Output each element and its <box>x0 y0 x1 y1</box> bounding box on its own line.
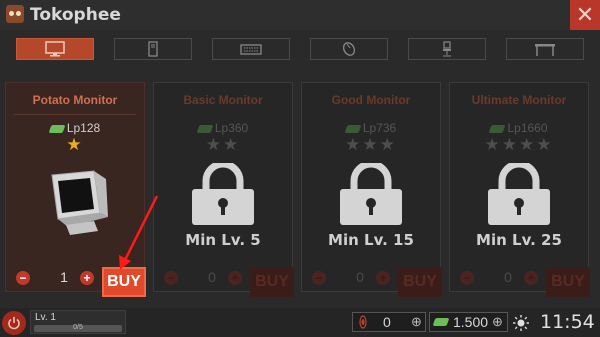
buy-button[interactable]: BUY <box>250 267 294 297</box>
money-counter: 1.500 ⊕ <box>429 312 508 332</box>
product-price: Lp736 <box>302 121 440 135</box>
product-title: Basic Monitor <box>183 93 263 107</box>
potato-monitor-image <box>51 170 108 235</box>
money-icon <box>432 318 450 326</box>
quantity-row: − 0 + BUY <box>154 267 294 297</box>
lock-icon <box>488 163 550 225</box>
product-price: Lp1660 <box>450 121 588 135</box>
lock-icon <box>340 163 402 225</box>
product-card-locked[interactable]: Ultimate Monitor Lp1660 ★★★★ Min Lv. 25 … <box>449 82 590 297</box>
quantity-row: − 1 + BUY <box>6 267 146 297</box>
product-title: Potato Monitor <box>32 93 118 107</box>
buy-button[interactable]: BUY <box>398 267 442 297</box>
quantity-row: − 0 + BUY <box>302 267 442 297</box>
quantity-value: 0 <box>504 269 512 285</box>
close-icon: ✕ <box>575 2 595 27</box>
quantity-value: 0 <box>208 269 216 285</box>
quantity-value: 1 <box>60 269 68 285</box>
desk-icon <box>535 44 555 56</box>
mouse-icon <box>342 42 356 56</box>
product-card-locked[interactable]: Good Monitor Lp736 ★★★ Min Lv. 15 − 0 + … <box>301 82 442 297</box>
increase-button[interactable]: + <box>376 271 390 285</box>
money-value: 1.500 <box>453 314 489 330</box>
lock-icon <box>192 163 254 225</box>
product-card-potato-monitor[interactable]: Potato Monitor Lp128 ★ − 1 + BUY <box>5 82 146 297</box>
min-level-label: Min Lv. 25 <box>476 231 562 249</box>
increase-button[interactable]: + <box>524 271 538 285</box>
rating-stars: ★ <box>66 135 84 154</box>
xp-text: 0/5 <box>73 324 83 331</box>
min-level-label: Min Lv. 5 <box>185 231 261 249</box>
tab-keyboard[interactable] <box>212 38 290 60</box>
gems-counter: 0 ⊕ <box>352 312 426 332</box>
add-gems-icon[interactable]: ⊕ <box>411 314 422 330</box>
money-icon <box>344 124 362 133</box>
increase-button[interactable]: + <box>228 271 242 285</box>
rating-stars: ★★★★ <box>484 135 554 154</box>
rating-stars: ★★ <box>205 135 241 154</box>
level-label: Lv. 1 <box>35 312 56 323</box>
title-bar: Tokophee ✕ <box>0 0 600 30</box>
decrease-button[interactable]: − <box>460 271 474 285</box>
product-price: Lp360 <box>154 121 292 135</box>
money-icon <box>48 124 66 133</box>
tab-chair[interactable] <box>408 38 486 60</box>
divider <box>14 114 136 115</box>
buy-button[interactable]: BUY <box>546 267 590 297</box>
money-icon <box>196 124 214 133</box>
increase-button[interactable]: + <box>80 271 94 285</box>
product-title: Good Monitor <box>331 93 411 107</box>
product-price: Lp128 <box>6 121 144 135</box>
money-icon <box>489 124 506 133</box>
quantity-value: 0 <box>356 269 364 285</box>
decrease-button[interactable]: − <box>164 271 178 285</box>
status-bar: Lv. 1 0/5 0 ⊕ 1.500 ⊕ 11:54 <box>0 308 600 337</box>
chair-icon <box>443 41 451 57</box>
gem-icon <box>359 315 367 329</box>
keyboard-icon <box>240 44 262 55</box>
xp-bar: 0/5 <box>34 324 122 332</box>
decrease-button[interactable]: − <box>312 271 326 285</box>
buy-button[interactable]: BUY <box>102 267 146 297</box>
product-title: Ultimate Monitor <box>471 93 567 107</box>
close-button[interactable]: ✕ <box>570 0 600 30</box>
level-indicator: Lv. 1 0/5 <box>30 310 126 334</box>
tab-mouse[interactable] <box>310 38 388 60</box>
product-card-locked[interactable]: Basic Monitor Lp360 ★★ Min Lv. 5 − 0 + B… <box>153 82 294 297</box>
tab-monitor[interactable] <box>16 38 94 60</box>
clock: 11:54 <box>540 311 595 333</box>
add-money-icon[interactable]: ⊕ <box>492 314 503 330</box>
monitor-icon <box>45 41 65 57</box>
tab-desk[interactable] <box>506 38 584 60</box>
power-icon <box>8 317 20 330</box>
rating-stars: ★★★ <box>345 135 397 154</box>
power-button[interactable] <box>2 311 26 335</box>
tab-computer-case[interactable] <box>114 38 192 60</box>
pc-case-icon <box>148 41 158 57</box>
decrease-button[interactable]: − <box>16 271 30 285</box>
category-tabs <box>0 34 600 64</box>
quantity-row: − 0 + BUY <box>450 267 590 297</box>
sun-icon <box>513 315 529 331</box>
min-level-label: Min Lv. 15 <box>328 231 414 249</box>
app-title: Tokophee <box>30 5 121 25</box>
gems-value: 0 <box>383 314 391 330</box>
app-logo-icon <box>6 5 24 23</box>
product-cards: Potato Monitor Lp128 ★ − 1 + BUY Basic M… <box>0 82 600 297</box>
